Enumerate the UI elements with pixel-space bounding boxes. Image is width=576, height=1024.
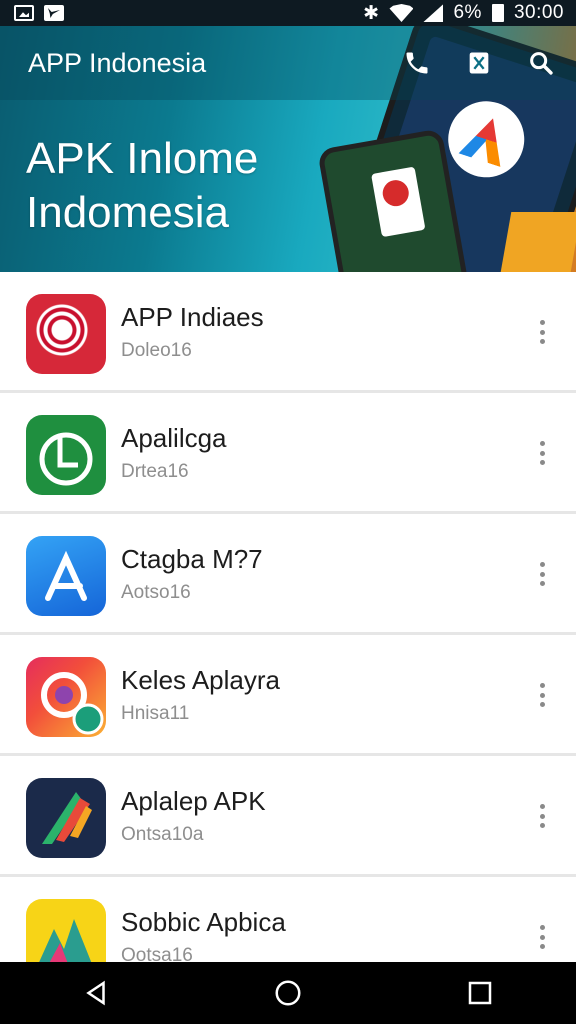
list-item[interactable]: Keles Aplayra Hnisa11 <box>0 635 576 756</box>
more-options-icon[interactable] <box>530 800 554 832</box>
more-options-icon[interactable] <box>530 316 554 348</box>
camera-app-icon <box>26 657 106 737</box>
gallery-notification-icon <box>14 5 34 21</box>
app-subtitle: Ontsa10a <box>121 824 204 845</box>
phone-icon[interactable] <box>400 46 434 80</box>
hero-title: APK Inlome Indomesia <box>26 132 326 240</box>
battery-percent: 6% <box>453 2 482 23</box>
screen: ✱ 6% 30:00 APP Indonesia APK Inlome Indo… <box>0 0 576 1024</box>
home-icon[interactable] <box>258 969 318 1017</box>
blue-app-store-icon <box>26 536 106 616</box>
app-subtitle: Hnisa11 <box>121 703 190 724</box>
hero-title-line2: Indomesia <box>26 188 230 237</box>
app-subtitle: Doleo16 <box>121 340 192 361</box>
red-target-app-icon <box>26 294 106 374</box>
more-options-icon[interactable] <box>530 558 554 590</box>
list-item[interactable]: Aplalep APK Ontsa10a <box>0 756 576 877</box>
app-list: APP Indiaes Doleo16 Apalilcga Drtea16 Ct… <box>0 272 576 998</box>
app-title: APP Indonesia <box>28 48 207 78</box>
app-subtitle: Aotso16 <box>121 582 191 603</box>
list-item[interactable]: Ctagba M?7 Aotso16 <box>0 514 576 635</box>
dark-navy-app-icon <box>26 778 106 858</box>
send-notification-icon <box>44 5 64 21</box>
back-icon[interactable] <box>66 969 126 1017</box>
header-banner: APP Indonesia APK Inlome Indomesia <box>0 26 576 272</box>
status-right: ✱ 6% 30:00 <box>363 2 564 25</box>
app-name: APP Indiaes <box>121 302 264 332</box>
hero-title-line1: APK Inlome <box>26 134 259 183</box>
list-item[interactable]: APP Indiaes Doleo16 <box>0 272 576 393</box>
small-phone-card-illustration <box>371 166 426 238</box>
status-bar: ✱ 6% 30:00 <box>0 0 576 26</box>
clock: 30:00 <box>513 2 564 23</box>
bluetooth-icon: ✱ <box>363 2 380 24</box>
app-name: Aplalep APK <box>121 786 266 816</box>
folder-illustration <box>500 212 576 272</box>
battery-icon <box>491 4 504 22</box>
wifi-icon <box>389 4 414 22</box>
app-bar: APP Indonesia <box>0 26 576 100</box>
status-left <box>14 5 64 21</box>
green-app-icon <box>26 415 106 495</box>
more-options-icon[interactable] <box>530 437 554 469</box>
list-item[interactable]: Apalilcga Drtea16 <box>0 393 576 514</box>
navigation-bar <box>0 962 576 1024</box>
app-name: Ctagba M?7 <box>121 544 263 574</box>
signal-icon <box>423 4 444 22</box>
recents-icon[interactable] <box>450 969 510 1017</box>
app-name: Keles Aplayra <box>121 665 280 695</box>
app-name: Apalilcga <box>121 423 227 453</box>
app-name: Sobbic Apbica <box>121 907 286 937</box>
app-bar-actions <box>400 46 558 80</box>
bookmark-icon[interactable] <box>462 46 496 80</box>
app-subtitle: Drtea16 <box>121 461 189 482</box>
more-options-icon[interactable] <box>530 679 554 711</box>
search-icon[interactable] <box>524 46 558 80</box>
more-options-icon[interactable] <box>530 921 554 953</box>
